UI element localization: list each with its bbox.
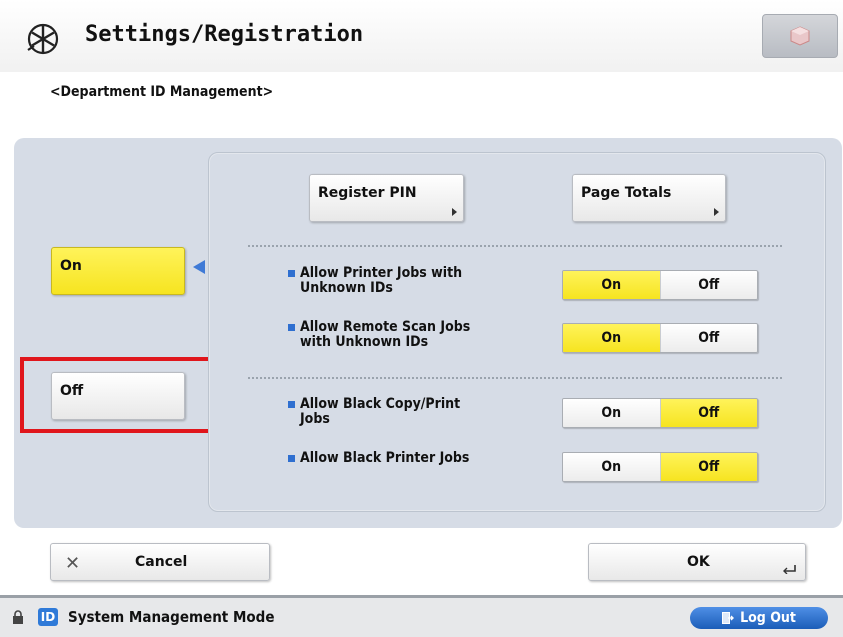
- mode-status-text: System Management Mode: [68, 608, 275, 626]
- option-label-line: Allow Black Copy/Print: [300, 396, 461, 412]
- ok-label: OK: [687, 554, 710, 570]
- toggle-off[interactable]: Off: [659, 271, 757, 299]
- lock-icon: [13, 610, 23, 624]
- cancel-button[interactable]: ✕ Cancel: [50, 543, 270, 581]
- settings-asterisk-icon: [27, 23, 59, 55]
- cancel-label: Cancel: [135, 554, 188, 570]
- header-bar: Settings/Registration: [0, 0, 843, 72]
- selected-pointer-icon: [193, 260, 205, 274]
- register-pin-label: Register PIN: [318, 185, 417, 201]
- status-button[interactable]: [762, 14, 838, 58]
- bullet-icon: [288, 324, 295, 331]
- page-totals-label: Page Totals: [581, 185, 672, 201]
- option-label-line: Jobs: [300, 411, 330, 427]
- ok-button[interactable]: OK: [588, 543, 806, 581]
- toggle-remote-scan-unknown: On Off: [562, 323, 758, 353]
- toggle-on[interactable]: On: [563, 399, 660, 427]
- divider: [248, 245, 782, 247]
- option-label-line: with Unknown IDs: [300, 334, 429, 350]
- submenu-arrow-icon: [452, 208, 457, 216]
- logout-icon: [722, 612, 735, 624]
- option-label-black-printer: Allow Black Printer Jobs: [300, 451, 469, 466]
- register-pin-button[interactable]: Register PIN: [309, 174, 464, 222]
- status-footer: ID System Management Mode Log Out: [0, 598, 843, 637]
- toggle-off[interactable]: Off: [659, 324, 757, 352]
- option-label-remote-scan-unknown: Allow Remote Scan Jobs with Unknown IDs: [300, 320, 470, 350]
- mode-on-label: On: [60, 258, 82, 274]
- id-icon: ID: [38, 608, 58, 626]
- section-subtitle: <Department ID Management>: [50, 84, 274, 100]
- divider: [248, 377, 782, 379]
- option-label-line: Allow Remote Scan Jobs: [300, 319, 471, 335]
- toggle-off[interactable]: Off: [659, 399, 757, 427]
- bullet-icon: [288, 401, 295, 408]
- toggle-printer-unknown: On Off: [562, 270, 758, 300]
- option-label-line: Unknown IDs: [300, 280, 393, 296]
- toggle-on[interactable]: On: [563, 453, 660, 481]
- status-box-icon: [790, 26, 810, 46]
- page-title: Settings/Registration: [85, 22, 364, 47]
- toggle-on[interactable]: On: [563, 271, 660, 299]
- option-label-line: Allow Printer Jobs with: [300, 265, 463, 281]
- bullet-icon: [288, 270, 295, 277]
- toggle-black-printer: On Off: [562, 452, 758, 482]
- option-label-black-copy-print: Allow Black Copy/Print Jobs: [300, 397, 460, 427]
- bullet-icon: [288, 455, 295, 462]
- option-label-line: Allow Black Printer Jobs: [300, 450, 470, 466]
- toggle-off[interactable]: Off: [659, 453, 757, 481]
- return-arrow-icon: [783, 565, 796, 574]
- mode-on-button[interactable]: On: [51, 247, 185, 295]
- option-label-printer-unknown: Allow Printer Jobs with Unknown IDs: [300, 266, 462, 296]
- highlight-box: [20, 357, 213, 433]
- logout-button[interactable]: Log Out: [690, 607, 828, 629]
- submenu-arrow-icon: [714, 208, 719, 216]
- toggle-black-copy-print: On Off: [562, 398, 758, 428]
- toggle-on[interactable]: On: [563, 324, 660, 352]
- close-icon: ✕: [65, 553, 81, 574]
- page-totals-button[interactable]: Page Totals: [572, 174, 726, 222]
- logout-label: Log Out: [740, 610, 796, 626]
